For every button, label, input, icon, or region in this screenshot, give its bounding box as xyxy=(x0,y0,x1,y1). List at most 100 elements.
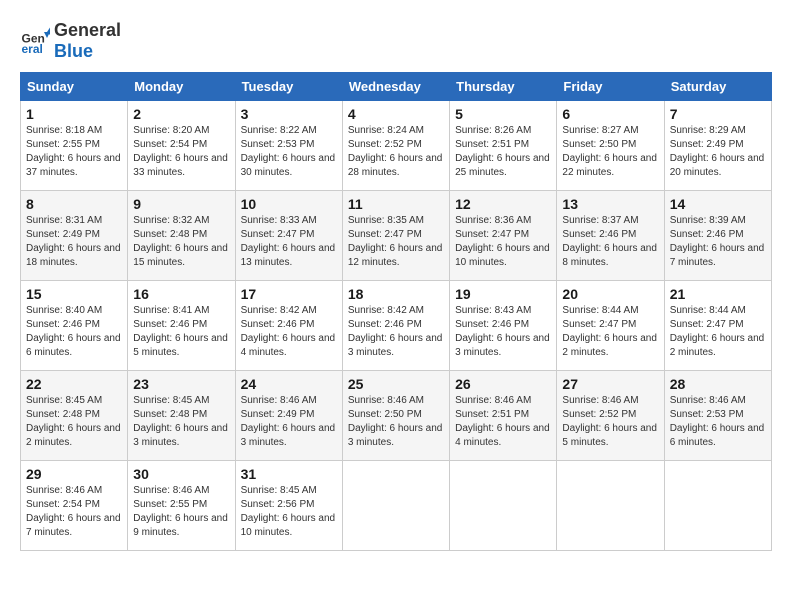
day-info: Sunrise: 8:46 AMSunset: 2:52 PMDaylight:… xyxy=(562,394,658,450)
day-number: 15 xyxy=(26,286,122,302)
day-number: 14 xyxy=(670,196,766,212)
day-number: 21 xyxy=(670,286,766,302)
calendar-day-cell xyxy=(557,461,664,551)
day-info: Sunrise: 8:45 AMSunset: 2:48 PMDaylight:… xyxy=(133,394,229,450)
calendar-day-cell: 3 Sunrise: 8:22 AMSunset: 2:53 PMDaylight… xyxy=(235,101,342,191)
day-number: 17 xyxy=(241,286,337,302)
calendar-day-cell: 15 Sunrise: 8:40 AMSunset: 2:46 PMDayligh… xyxy=(21,281,128,371)
day-number: 27 xyxy=(562,376,658,392)
page-header: Gen eral General Blue xyxy=(20,20,772,62)
day-info: Sunrise: 8:35 AMSunset: 2:47 PMDaylight:… xyxy=(348,214,444,270)
calendar-day-cell: 24Sunrise: 8:46 AMSunset: 2:49 PMDayligh… xyxy=(235,371,342,461)
day-number: 7 xyxy=(670,106,766,122)
column-header-sunday: Sunday xyxy=(21,73,128,101)
calendar-day-cell: 16 Sunrise: 8:41 AMSunset: 2:46 PMDayligh… xyxy=(128,281,235,371)
calendar-day-cell: 19 Sunrise: 8:43 AMSunset: 2:46 PMDayligh… xyxy=(450,281,557,371)
column-header-wednesday: Wednesday xyxy=(342,73,449,101)
day-number: 30 xyxy=(133,466,229,482)
day-info: Sunrise: 8:22 AMSunset: 2:53 PMDaylight:… xyxy=(241,124,337,180)
day-info: Sunrise: 8:26 AMSunset: 2:51 PMDaylight:… xyxy=(455,124,551,180)
calendar-day-cell: 1 Sunrise: 8:18 AMSunset: 2:55 PMDaylight… xyxy=(21,101,128,191)
day-number: 31 xyxy=(241,466,337,482)
calendar-day-cell: 23 Sunrise: 8:45 AMSunset: 2:48 PMDayligh… xyxy=(128,371,235,461)
day-number: 20 xyxy=(562,286,658,302)
calendar-day-cell: 13Sunrise: 8:37 AMSunset: 2:46 PMDayligh… xyxy=(557,191,664,281)
calendar-day-cell: 11 Sunrise: 8:35 AMSunset: 2:47 PMDayligh… xyxy=(342,191,449,281)
calendar-day-cell: 10 Sunrise: 8:33 AMSunset: 2:47 PMDayligh… xyxy=(235,191,342,281)
calendar-day-cell: 31 Sunrise: 8:45 AMSunset: 2:56 PMDayligh… xyxy=(235,461,342,551)
day-info: Sunrise: 8:46 AMSunset: 2:50 PMDaylight:… xyxy=(348,394,444,450)
day-number: 5 xyxy=(455,106,551,122)
day-number: 8 xyxy=(26,196,122,212)
day-number: 12 xyxy=(455,196,551,212)
calendar-week-row: 22 Sunrise: 8:45 AMSunset: 2:48 PMDayligh… xyxy=(21,371,772,461)
day-info: Sunrise: 8:46 AMSunset: 2:51 PMDaylight:… xyxy=(455,394,551,450)
day-number: 23 xyxy=(133,376,229,392)
day-info: Sunrise: 8:42 AMSunset: 2:46 PMDaylight:… xyxy=(348,304,444,360)
day-info: Sunrise: 8:37 AMSunset: 2:46 PMDaylight:… xyxy=(562,214,658,270)
day-info: Sunrise: 8:46 AMSunset: 2:54 PMDaylight:… xyxy=(26,484,122,540)
calendar-day-cell: 21 Sunrise: 8:44 AMSunset: 2:47 PMDayligh… xyxy=(664,281,771,371)
calendar-day-cell: 8 Sunrise: 8:31 AMSunset: 2:49 PMDaylight… xyxy=(21,191,128,281)
calendar-day-cell: 25Sunrise: 8:46 AMSunset: 2:50 PMDayligh… xyxy=(342,371,449,461)
calendar-week-row: 29 Sunrise: 8:46 AMSunset: 2:54 PMDayligh… xyxy=(21,461,772,551)
calendar-day-cell: 17 Sunrise: 8:42 AMSunset: 2:46 PMDayligh… xyxy=(235,281,342,371)
column-header-tuesday: Tuesday xyxy=(235,73,342,101)
day-info: Sunrise: 8:36 AMSunset: 2:47 PMDaylight:… xyxy=(455,214,551,270)
column-header-thursday: Thursday xyxy=(450,73,557,101)
calendar-table: SundayMondayTuesdayWednesdayThursdayFrid… xyxy=(20,72,772,551)
day-info: Sunrise: 8:20 AMSunset: 2:54 PMDaylight:… xyxy=(133,124,229,180)
day-number: 3 xyxy=(241,106,337,122)
day-number: 9 xyxy=(133,196,229,212)
calendar-week-row: 8 Sunrise: 8:31 AMSunset: 2:49 PMDaylight… xyxy=(21,191,772,281)
day-info: Sunrise: 8:40 AMSunset: 2:46 PMDaylight:… xyxy=(26,304,122,360)
day-number: 16 xyxy=(133,286,229,302)
logo: Gen eral General Blue xyxy=(20,20,121,62)
day-info: Sunrise: 8:31 AMSunset: 2:49 PMDaylight:… xyxy=(26,214,122,270)
day-info: Sunrise: 8:45 AMSunset: 2:48 PMDaylight:… xyxy=(26,394,122,450)
calendar-day-cell: 22 Sunrise: 8:45 AMSunset: 2:48 PMDayligh… xyxy=(21,371,128,461)
day-info: Sunrise: 8:32 AMSunset: 2:48 PMDaylight:… xyxy=(133,214,229,270)
calendar-day-cell: 7 Sunrise: 8:29 AMSunset: 2:49 PMDaylight… xyxy=(664,101,771,191)
day-info: Sunrise: 8:45 AMSunset: 2:56 PMDaylight:… xyxy=(241,484,337,540)
calendar-day-cell: 20 Sunrise: 8:44 AMSunset: 2:47 PMDayligh… xyxy=(557,281,664,371)
day-info: Sunrise: 8:41 AMSunset: 2:46 PMDaylight:… xyxy=(133,304,229,360)
day-info: Sunrise: 8:39 AMSunset: 2:46 PMDaylight:… xyxy=(670,214,766,270)
day-number: 29 xyxy=(26,466,122,482)
day-number: 22 xyxy=(26,376,122,392)
calendar-week-row: 1 Sunrise: 8:18 AMSunset: 2:55 PMDaylight… xyxy=(21,101,772,191)
day-info: Sunrise: 8:46 AMSunset: 2:53 PMDaylight:… xyxy=(670,394,766,450)
calendar-day-cell: 2 Sunrise: 8:20 AMSunset: 2:54 PMDaylight… xyxy=(128,101,235,191)
calendar-day-cell xyxy=(342,461,449,551)
svg-text:eral: eral xyxy=(22,42,43,56)
day-number: 6 xyxy=(562,106,658,122)
calendar-day-cell: 14 Sunrise: 8:39 AMSunset: 2:46 PMDayligh… xyxy=(664,191,771,281)
day-info: Sunrise: 8:43 AMSunset: 2:46 PMDaylight:… xyxy=(455,304,551,360)
day-number: 2 xyxy=(133,106,229,122)
day-number: 4 xyxy=(348,106,444,122)
day-info: Sunrise: 8:42 AMSunset: 2:46 PMDaylight:… xyxy=(241,304,337,360)
day-info: Sunrise: 8:44 AMSunset: 2:47 PMDaylight:… xyxy=(670,304,766,360)
day-info: Sunrise: 8:46 AMSunset: 2:55 PMDaylight:… xyxy=(133,484,229,540)
calendar-day-cell: 9 Sunrise: 8:32 AMSunset: 2:48 PMDaylight… xyxy=(128,191,235,281)
day-number: 18 xyxy=(348,286,444,302)
day-number: 11 xyxy=(348,196,444,212)
calendar-day-cell: 12 Sunrise: 8:36 AMSunset: 2:47 PMDayligh… xyxy=(450,191,557,281)
calendar-day-cell xyxy=(450,461,557,551)
calendar-day-cell: 30 Sunrise: 8:46 AMSunset: 2:55 PMDayligh… xyxy=(128,461,235,551)
day-number: 26 xyxy=(455,376,551,392)
day-info: Sunrise: 8:33 AMSunset: 2:47 PMDaylight:… xyxy=(241,214,337,270)
day-number: 19 xyxy=(455,286,551,302)
day-info: Sunrise: 8:44 AMSunset: 2:47 PMDaylight:… xyxy=(562,304,658,360)
day-number: 28 xyxy=(670,376,766,392)
calendar-week-row: 15 Sunrise: 8:40 AMSunset: 2:46 PMDayligh… xyxy=(21,281,772,371)
day-info: Sunrise: 8:46 AMSunset: 2:49 PMDaylight:… xyxy=(241,394,337,450)
day-info: Sunrise: 8:18 AMSunset: 2:55 PMDaylight:… xyxy=(26,124,122,180)
day-number: 1 xyxy=(26,106,122,122)
calendar-day-cell: 4 Sunrise: 8:24 AMSunset: 2:52 PMDaylight… xyxy=(342,101,449,191)
column-header-monday: Monday xyxy=(128,73,235,101)
day-info: Sunrise: 8:29 AMSunset: 2:49 PMDaylight:… xyxy=(670,124,766,180)
day-info: Sunrise: 8:24 AMSunset: 2:52 PMDaylight:… xyxy=(348,124,444,180)
calendar-day-cell: 29 Sunrise: 8:46 AMSunset: 2:54 PMDayligh… xyxy=(21,461,128,551)
day-number: 10 xyxy=(241,196,337,212)
